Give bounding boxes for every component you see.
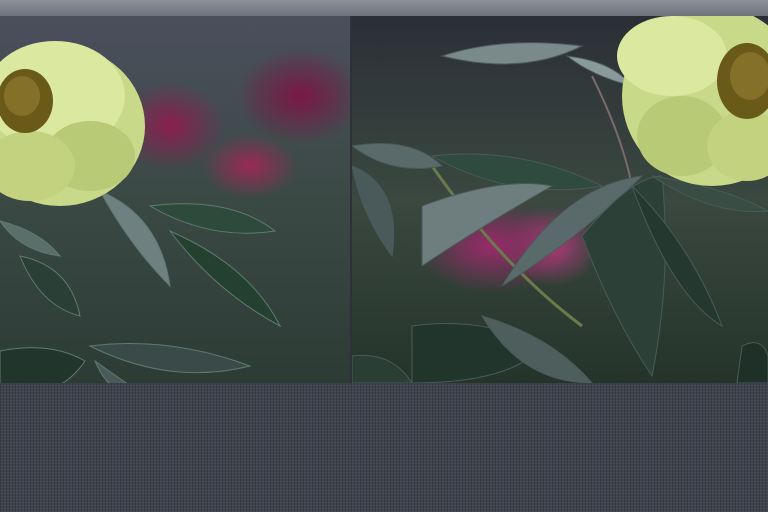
left-photo-panel [0, 16, 350, 399]
dither-pattern-band [0, 383, 768, 512]
left-photo-art [0, 41, 282, 399]
yellow-peony-right [617, 16, 768, 186]
right-photo-art [352, 16, 768, 383]
yellow-peony-left [0, 41, 145, 206]
top-gray-strip [0, 0, 768, 16]
right-photo-panel [352, 16, 768, 383]
